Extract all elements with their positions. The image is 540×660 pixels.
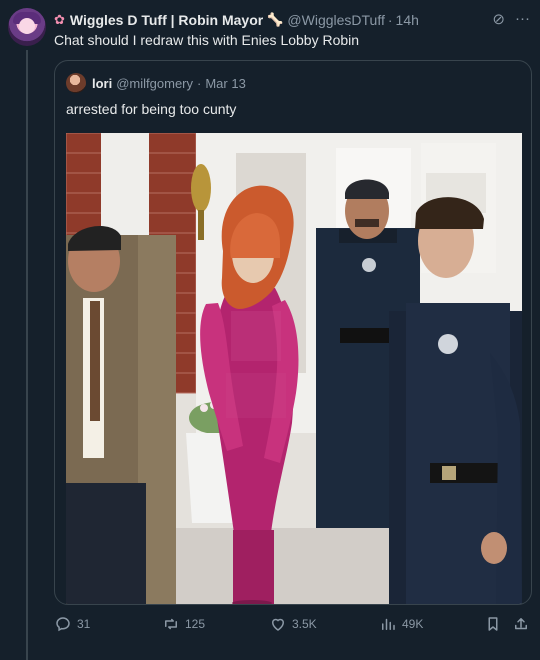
display-name[interactable]: Wiggles D Tuff | Robin Mayor — [70, 12, 263, 28]
reply-icon — [56, 617, 70, 632]
tweet-text: Chat should I redraw this with Enies Lob… — [54, 32, 360, 48]
quoted-tweet[interactable]: lori @milfgomery · Mar 13 arrested for b… — [54, 60, 532, 605]
more-icon[interactable]: ··· — [515, 10, 530, 28]
views-icon — [382, 618, 395, 630]
quote-photo[interactable] — [66, 133, 522, 604]
action-bar: 31 125 3.5K 49K — [54, 612, 530, 636]
timestamp[interactable]: 14h — [396, 12, 419, 28]
retweet-icon — [165, 618, 177, 630]
thread-line — [26, 50, 28, 660]
photo-illustration — [66, 133, 522, 604]
share-button[interactable] — [512, 615, 530, 633]
tweet-header: ✿ Wiggles D Tuff | Robin Mayor 🦴 @Wiggle… — [54, 10, 530, 30]
views-button[interactable]: 49K — [379, 615, 423, 633]
bone-icon: 🦴 — [267, 12, 284, 27]
quote-display-name: lori — [92, 75, 113, 91]
views-count: 49K — [402, 617, 424, 631]
grok-icon[interactable]: ⊘ — [492, 10, 505, 28]
quote-avatar — [66, 73, 86, 93]
like-button[interactable]: 3.5K — [269, 615, 317, 633]
like-count: 3.5K — [292, 617, 317, 631]
quote-timestamp: Mar 13 — [205, 75, 246, 91]
handle[interactable]: @WigglesDTuff — [287, 12, 384, 28]
reply-count: 31 — [77, 617, 91, 631]
separator-dot: · — [197, 75, 202, 91]
reply-button[interactable]: 31 — [54, 615, 90, 633]
flower-icon: ✿ — [54, 12, 65, 27]
avatar[interactable] — [8, 8, 46, 46]
bookmark-button[interactable] — [484, 615, 502, 633]
retweet-count: 125 — [185, 617, 206, 631]
header-actions: ⊘ ··· — [492, 10, 530, 28]
separator-dot: · — [387, 12, 393, 28]
quote-text: arrested for being too cunty — [66, 101, 237, 117]
retweet-button[interactable]: 125 — [162, 615, 205, 633]
heart-icon — [271, 618, 285, 631]
quote-header: lori @milfgomery · Mar 13 — [66, 73, 246, 93]
share-icon — [515, 618, 527, 630]
bookmark-icon — [488, 617, 498, 631]
quote-handle: @milfgomery — [116, 75, 193, 91]
